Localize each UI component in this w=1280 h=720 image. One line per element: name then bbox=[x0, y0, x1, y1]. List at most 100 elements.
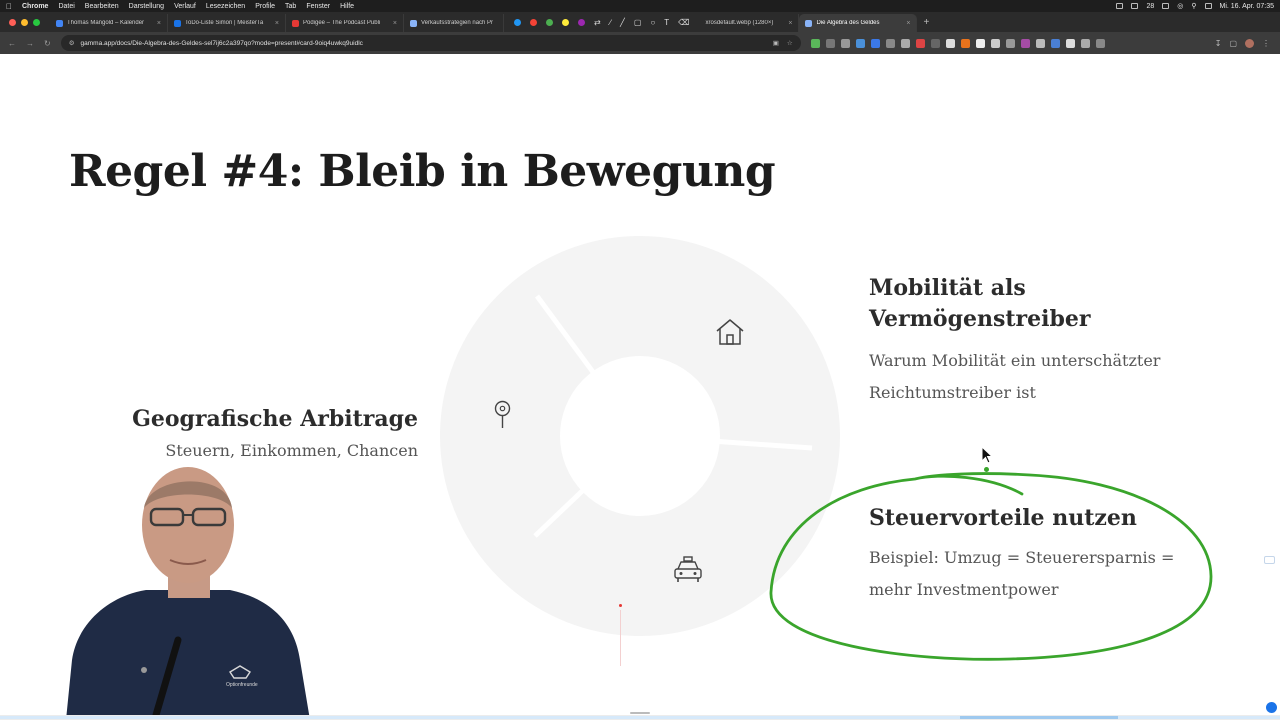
tab-title: Thomas Mangold – Kalender bbox=[67, 20, 145, 26]
menu-profile[interactable]: Profile bbox=[255, 3, 275, 10]
rectangle-icon[interactable]: ▢ bbox=[634, 18, 642, 27]
color-green-button[interactable] bbox=[546, 18, 553, 26]
color-red-button[interactable] bbox=[530, 18, 537, 26]
battery-icon[interactable] bbox=[1162, 3, 1170, 9]
close-window-button[interactable] bbox=[9, 18, 16, 26]
url-text[interactable]: gamma.app/docs/Die-Algebra-des-Geldes-se… bbox=[81, 40, 363, 47]
extension-icon[interactable] bbox=[915, 38, 925, 48]
menubar-clock[interactable]: Mi. 16. Apr. 07:35 bbox=[1220, 3, 1274, 10]
help-icon[interactable] bbox=[1266, 702, 1277, 713]
menu-kebab-icon[interactable]: ⋮ bbox=[1262, 39, 1270, 48]
home-icon bbox=[716, 319, 744, 345]
window-controls bbox=[0, 18, 50, 26]
status-icon[interactable] bbox=[1116, 3, 1124, 9]
eraser-icon[interactable]: ⌫ bbox=[678, 18, 689, 27]
block-heading: Steuervorteile nutzen bbox=[869, 505, 1137, 531]
extension-icon[interactable] bbox=[840, 38, 850, 48]
extension-icon[interactable] bbox=[855, 38, 865, 48]
menu-datei[interactable]: Datei bbox=[58, 3, 74, 10]
minimize-window-button[interactable] bbox=[21, 18, 28, 26]
bookmark-star-icon[interactable]: ☆ bbox=[787, 39, 793, 47]
browser-tab[interactable]: Podigee – The Podcast Publi × bbox=[286, 14, 404, 32]
apple-icon[interactable]:  bbox=[6, 2, 12, 11]
block-heading: Mobilität als Vermögenstreiber bbox=[869, 275, 1091, 332]
back-icon[interactable]: ← bbox=[8, 39, 16, 48]
close-tab-icon[interactable]: × bbox=[906, 20, 910, 27]
profile-avatar[interactable] bbox=[1245, 38, 1254, 48]
extension-icon[interactable] bbox=[825, 38, 835, 48]
menu-verlauf[interactable]: Verlauf bbox=[174, 3, 196, 10]
zoom-window-button[interactable] bbox=[33, 18, 40, 26]
extension-icon[interactable] bbox=[1020, 38, 1030, 48]
text-tool-icon[interactable]: T bbox=[664, 18, 669, 27]
menu-extras: 28 ◎ ⚲ Mi. 16. Apr. 07:35 bbox=[1116, 2, 1274, 10]
browser-tab[interactable]: Thomas Mangold – Kalender × bbox=[50, 14, 168, 32]
wifi-icon[interactable]: ◎ bbox=[1177, 2, 1183, 10]
extension-icon[interactable] bbox=[975, 38, 985, 48]
side-panel-icon[interactable] bbox=[1264, 556, 1275, 564]
extension-icon[interactable] bbox=[1050, 38, 1060, 48]
close-tab-icon[interactable]: × bbox=[788, 20, 792, 27]
puzzle-icon[interactable] bbox=[1095, 38, 1105, 48]
menu-bearbeiten[interactable]: Bearbeiten bbox=[85, 3, 119, 10]
extension-icon[interactable] bbox=[945, 38, 955, 48]
extension-icon[interactable] bbox=[810, 38, 820, 48]
block-text: Warum Mobilität ein unterschätzter Reich… bbox=[869, 351, 1161, 402]
extension-icon[interactable] bbox=[990, 38, 1000, 48]
meistertask-favicon-icon bbox=[174, 19, 181, 27]
extension-icon[interactable] bbox=[1065, 38, 1075, 48]
extension-icon[interactable] bbox=[1005, 38, 1015, 48]
color-yellow-button[interactable] bbox=[562, 18, 569, 26]
close-tab-icon[interactable]: × bbox=[393, 20, 397, 27]
browser-tab[interactable]: Verkaufsstrategien nach Pr bbox=[404, 14, 504, 32]
menu-app-name[interactable]: Chrome bbox=[22, 3, 48, 10]
shuffle-icon[interactable]: ⇄ bbox=[594, 18, 601, 27]
sidebar-icon[interactable]: ▢ bbox=[1229, 39, 1237, 48]
tab-title: ToDo-Liste Simon | MeisterTa bbox=[185, 20, 264, 26]
notification-badge[interactable]: 28 bbox=[1146, 3, 1154, 10]
browser-tab[interactable]: ToDo-Liste Simon | MeisterTa × bbox=[168, 14, 286, 32]
circle-icon[interactable]: ○ bbox=[650, 18, 655, 27]
menu-hilfe[interactable]: Hilfe bbox=[340, 3, 354, 10]
reload-icon[interactable]: ↻ bbox=[44, 39, 51, 48]
new-tab-button[interactable]: + bbox=[923, 17, 929, 28]
annotation-toolbar: ⇄ ∕ ╱ ▢ ○ T ⌫ bbox=[504, 18, 699, 27]
scroll-handle[interactable] bbox=[630, 712, 650, 714]
guide-line bbox=[620, 610, 621, 666]
browser-toolbar: ← → ↻ ⚙ gamma.app/docs/Die-Algebra-des-G… bbox=[0, 32, 1280, 54]
extension-icon[interactable] bbox=[870, 38, 880, 48]
color-purple-button[interactable] bbox=[578, 18, 585, 26]
tab-title: Verkaufsstrategien nach Pr bbox=[421, 20, 494, 26]
extension-icon[interactable] bbox=[960, 38, 970, 48]
extension-icon[interactable] bbox=[885, 38, 895, 48]
site-info-icon[interactable]: ⚙ bbox=[69, 39, 75, 47]
tab-title: xrosdefault.webp (1280×) bbox=[705, 20, 774, 26]
address-bar[interactable]: ⚙ gamma.app/docs/Die-Algebra-des-Geldes-… bbox=[60, 35, 801, 51]
menu-fenster[interactable]: Fenster bbox=[306, 3, 330, 10]
control-center-icon[interactable] bbox=[1204, 3, 1212, 9]
menu-lesezeichen[interactable]: Lesezeichen bbox=[206, 3, 245, 10]
color-blue-button[interactable] bbox=[514, 18, 521, 26]
google-favicon-icon bbox=[805, 19, 813, 27]
extension-icon[interactable] bbox=[930, 38, 940, 48]
close-tab-icon[interactable]: × bbox=[157, 20, 161, 27]
line-icon[interactable]: ╱ bbox=[620, 18, 625, 27]
extension-icon[interactable] bbox=[1080, 38, 1090, 48]
forward-icon[interactable]: → bbox=[26, 39, 34, 48]
pen-icon[interactable]: ∕ bbox=[610, 18, 611, 27]
cast-icon[interactable]: ▣ bbox=[773, 39, 779, 47]
status-icon[interactable] bbox=[1131, 3, 1139, 9]
search-icon[interactable]: ⚲ bbox=[1191, 2, 1196, 10]
omnibox-actions: ▣ ☆ bbox=[773, 39, 793, 47]
menu-tab[interactable]: Tab bbox=[285, 3, 296, 10]
presenter-webcam-video: Optionfreunde bbox=[66, 467, 310, 720]
extension-icon[interactable] bbox=[900, 38, 910, 48]
browser-tab-active[interactable]: Die Algebra des Geldes × bbox=[799, 14, 918, 32]
google-favicon-icon bbox=[410, 19, 417, 27]
slide-progress-bar bbox=[0, 715, 1280, 720]
extension-icon[interactable] bbox=[1035, 38, 1045, 48]
menu-darstellung[interactable]: Darstellung bbox=[129, 3, 164, 10]
download-icon[interactable]: ↧ bbox=[1215, 39, 1222, 48]
browser-tab[interactable]: xrosdefault.webp (1280×) × bbox=[699, 14, 800, 32]
close-tab-icon[interactable]: × bbox=[275, 20, 279, 27]
